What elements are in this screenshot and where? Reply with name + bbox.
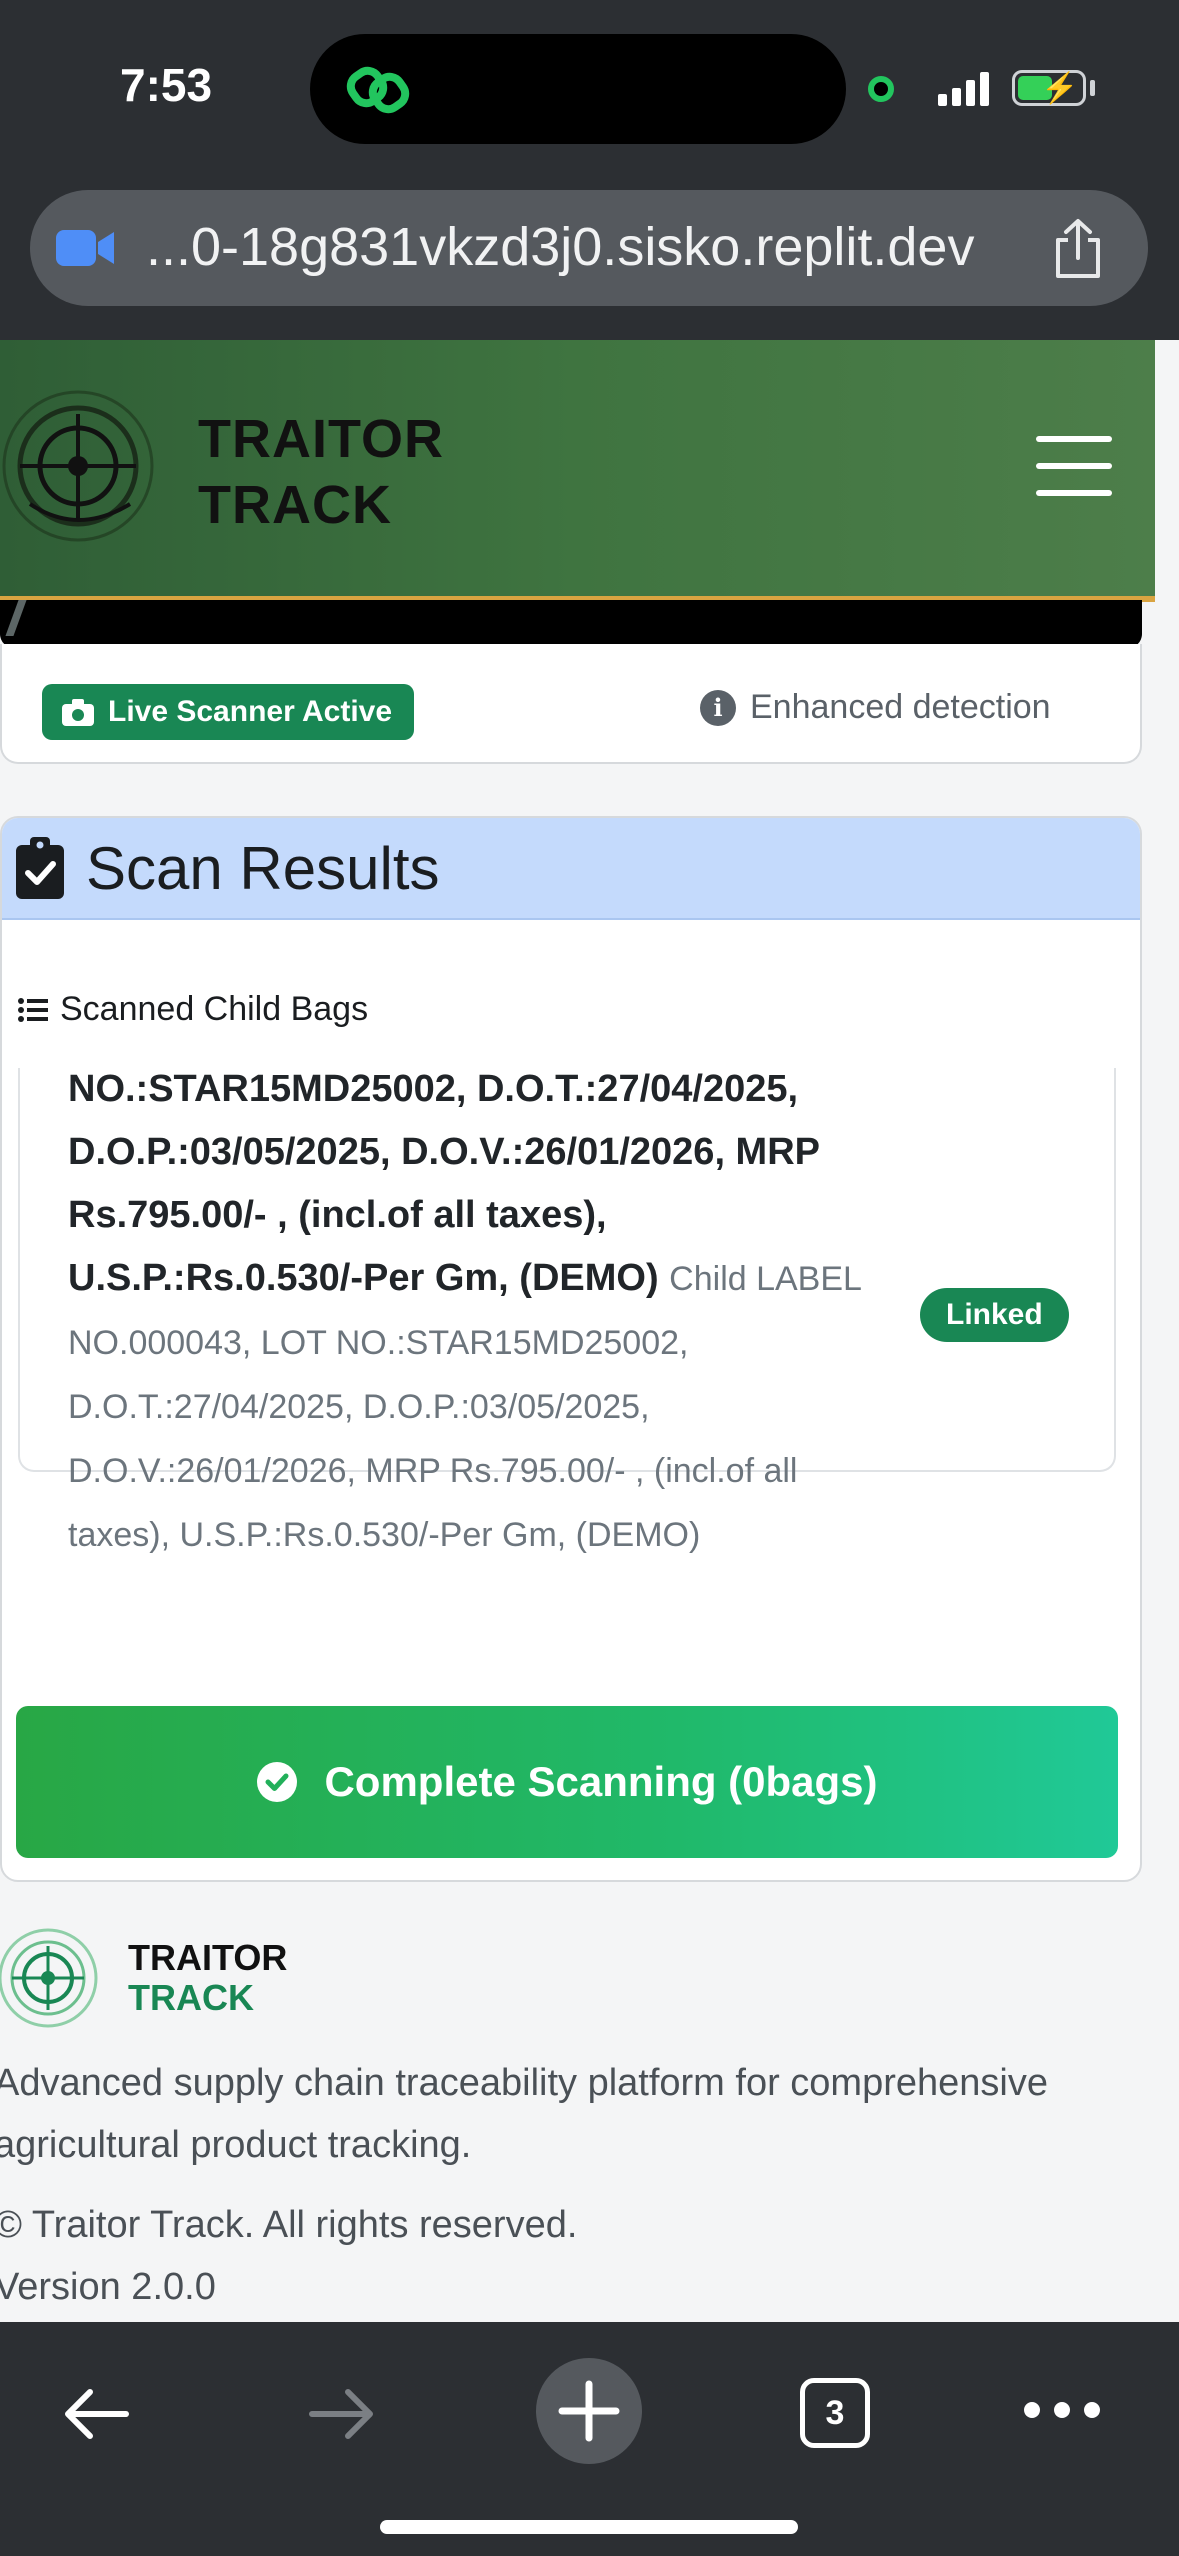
dynamic-island (310, 34, 846, 144)
complete-scanning-label: Complete Scanning (0bags) (324, 1758, 878, 1805)
complete-scanning-button[interactable]: Complete Scanning (0bags) (16, 1706, 1118, 1858)
scan-results-card: Scan Results Scanned Child Bags NO.:STAR… (0, 816, 1142, 1882)
camera-icon (62, 699, 94, 726)
camera-icon (56, 230, 114, 266)
live-scanner-badge: Live Scanner Active (42, 684, 415, 740)
enhanced-detection-label: Enhanced detection (750, 688, 1051, 726)
footer-version: Version 2.0.0 (0, 2266, 216, 2308)
more-dot (1024, 2402, 1040, 2418)
brand-line-1: TRAITOR (198, 409, 444, 469)
scan-results-header: Scan Results (2, 818, 1140, 920)
link-icon (346, 66, 410, 114)
app-header: TRAITOR TRACK (0, 340, 1155, 602)
camera-in-use-indicator (868, 76, 894, 102)
cellular-signal-icon (938, 70, 989, 106)
footer-copyright: © Traitor Track. All rights reserved. (0, 2204, 578, 2246)
battery-cap (1090, 80, 1095, 96)
browser-top-chrome: 7:53 ⚡ ...0-18g831vkzd3j0.sisko.replit.d… (0, 0, 1179, 340)
more-dot (1084, 2402, 1100, 2418)
browser-bottom-toolbar: 3 (0, 2322, 1179, 2556)
traitor-track-logo-icon[interactable] (0, 386, 160, 546)
list-icon (18, 997, 48, 1022)
hamburger-bar (1036, 436, 1112, 442)
url-text: ...0-18g831vkzd3j0.sisko.replit.dev (146, 217, 975, 277)
scanned-child-bags-label: Scanned Child Bags (60, 990, 369, 1028)
scan-results-title: Scan Results (86, 834, 440, 902)
brand-line-2: TRACK (198, 475, 392, 535)
battery-icon: ⚡ (1012, 70, 1086, 106)
scanner-status-card: Live Scanner Active i Enhanced detection (0, 644, 1142, 764)
address-bar[interactable]: ...0-18g831vkzd3j0.sisko.replit.dev (30, 190, 1148, 306)
live-badge-label: Live Scanner Active (108, 695, 393, 728)
hamburger-bar (1036, 463, 1112, 469)
more-dot (1054, 2402, 1070, 2418)
back-arrow-icon[interactable] (60, 2384, 132, 2444)
camera-video-preview (0, 600, 1142, 648)
footer-legal: © Traitor Track. All rights reserved. Ve… (0, 2194, 577, 2318)
footer-description: Advanced supply chain traceability platf… (0, 2062, 1048, 2166)
more-options-icon[interactable] (1024, 2402, 1100, 2418)
linked-status-badge: Linked (920, 1288, 1069, 1342)
hamburger-bar (1036, 490, 1112, 496)
scanned-child-bags-heading: Scanned Child Bags (18, 990, 368, 1029)
footer-logo-icon (0, 1928, 98, 2028)
child-bag-list-item[interactable]: NO.:STAR15MD25002, D.O.T.:27/04/2025, D.… (18, 1068, 1116, 1554)
plus-icon (558, 2380, 620, 2442)
bag-item-subtitle: Child LABEL NO.000043, LOT NO.:STAR15MD2… (68, 1260, 861, 1554)
clipboard-check-icon (16, 837, 64, 899)
forward-arrow-icon[interactable] (306, 2384, 378, 2444)
new-tab-button[interactable] (536, 2358, 642, 2464)
bag-item-text: NO.:STAR15MD25002, D.O.T.:27/04/2025, D.… (68, 1058, 908, 1567)
brand-name[interactable]: TRAITOR TRACK (198, 406, 444, 538)
footer-brand-line-2: TRACK (128, 1977, 254, 2018)
tab-switcher-button[interactable]: 3 (800, 2378, 870, 2448)
status-time: 7:53 (120, 59, 213, 111)
footer-brand: TRAITOR TRACK (128, 1938, 287, 2018)
footer-brand-line-1: TRAITOR (128, 1937, 288, 1978)
home-indicator (380, 2520, 798, 2534)
menu-toggle-button[interactable] (1036, 436, 1112, 496)
check-circle-icon (257, 1762, 298, 1802)
info-icon: i (700, 689, 736, 726)
enhanced-detection-info: i Enhanced detection (700, 688, 1051, 727)
video-glint (5, 600, 27, 636)
share-icon[interactable] (1050, 218, 1106, 280)
